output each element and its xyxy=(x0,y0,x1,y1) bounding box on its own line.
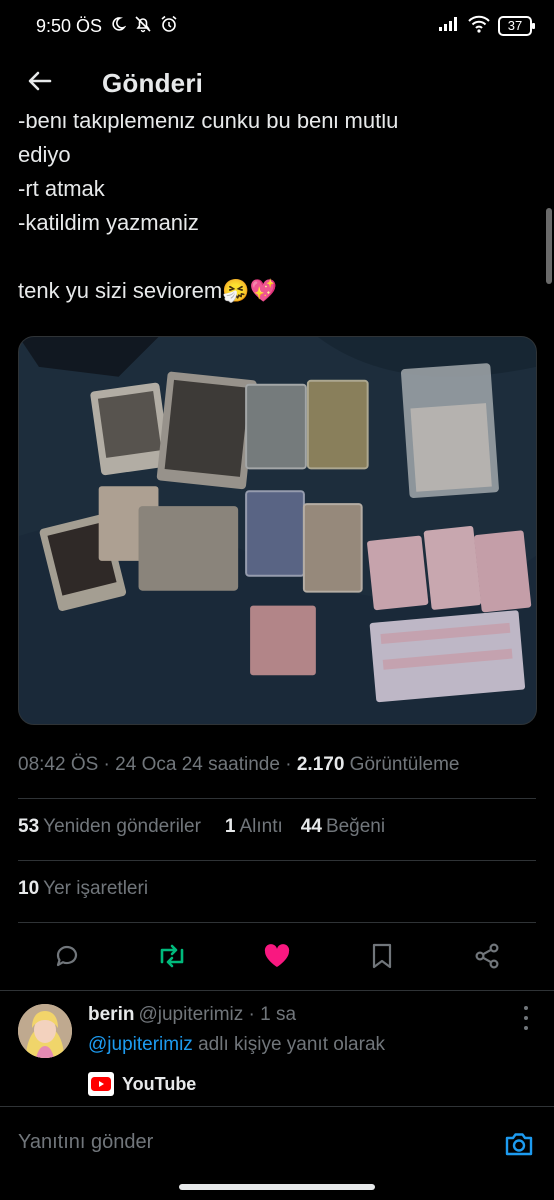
photocards-image xyxy=(19,337,536,724)
status-time: 9:50 ÖS xyxy=(36,15,103,36)
tweet-line xyxy=(18,240,518,274)
reposts-stat[interactable]: 53 Yeniden gönderiler xyxy=(18,816,201,838)
youtube-label: YouTube xyxy=(122,1073,197,1094)
tweet-text: -beni takiplemeniz cunku bu beni mutlu e… xyxy=(18,104,518,308)
reply-input[interactable]: Yanıtını gönder xyxy=(18,1131,153,1154)
status-bar: 9:50 ÖS 37 xyxy=(0,0,554,52)
more-options-button[interactable] xyxy=(518,1006,534,1030)
muted-bell-icon xyxy=(134,15,152,38)
likes-stat[interactable]: 44 Beğeni xyxy=(301,816,385,838)
heart-icon xyxy=(262,942,292,975)
tweet-line: tenk yu sizi seviorem🤧💖 xyxy=(18,278,277,303)
reply-author-handle[interactable]: @jupiterimiz xyxy=(138,1004,243,1025)
bookmarks-label: Yer işaretleri xyxy=(43,878,149,899)
quotes-stat[interactable]: 1 Alıntı xyxy=(225,816,283,838)
reply-icon xyxy=(53,942,81,975)
retweet-icon xyxy=(156,942,188,975)
like-button[interactable] xyxy=(249,932,305,984)
replying-to: @jupiterimiz adlı kişiye yanıt olarak xyxy=(88,1034,385,1056)
tweet-timestamp: 08:42 ÖS · 24 Oca 24 saatinde · xyxy=(18,754,297,775)
camera-icon[interactable] xyxy=(502,1127,536,1161)
signal-icon xyxy=(438,16,460,37)
wifi-icon xyxy=(468,15,490,38)
bookmarks-stat[interactable]: 10 Yer işaretleri xyxy=(18,878,148,900)
reply-to-suffix: adlı kişiye yanıt olarak xyxy=(192,1034,386,1055)
reply-composer: Yanıtını gönder xyxy=(0,1106,554,1180)
scrollbar[interactable] xyxy=(546,208,552,284)
tweet-line: ediyo xyxy=(18,142,71,167)
more-dot xyxy=(524,1016,528,1020)
tweet-line: -rt atmak xyxy=(18,176,105,201)
more-dot xyxy=(524,1026,528,1030)
bookmark-icon xyxy=(370,942,394,975)
quotes-count: 1 xyxy=(224,816,236,837)
action-bar xyxy=(0,932,554,984)
reply-author-name[interactable]: berin xyxy=(88,1004,134,1025)
divider xyxy=(18,798,536,799)
tweet-line: -katildim yazmaniz xyxy=(18,210,199,235)
views-count: 2.170 xyxy=(296,754,345,775)
bookmarks-count: 10 xyxy=(18,878,40,899)
share-button[interactable] xyxy=(459,932,515,984)
likes-label: Beğeni xyxy=(325,816,386,837)
stats-row: 53 Yeniden gönderiler 1 Alıntı 44 Beğeni xyxy=(18,816,385,838)
more-dot xyxy=(524,1006,528,1010)
youtube-icon xyxy=(88,1072,114,1096)
divider xyxy=(18,922,536,923)
avatar[interactable] xyxy=(18,1004,72,1058)
tweet-photo[interactable] xyxy=(18,336,537,725)
reply-mention-link[interactable]: @jupiterimiz xyxy=(88,1034,193,1055)
reposts-count: 53 xyxy=(18,816,40,837)
reply-header: berin @jupiterimiz · 1 sa xyxy=(88,1004,296,1026)
alarm-icon xyxy=(160,15,178,38)
reply-time: · 1 sa xyxy=(243,1004,297,1025)
quotes-label: Alıntı xyxy=(239,816,283,837)
page-title: Gönderi xyxy=(102,67,204,98)
arrow-left-icon xyxy=(26,67,54,100)
moon-icon xyxy=(110,16,127,37)
divider xyxy=(0,990,554,991)
retweet-button[interactable] xyxy=(144,932,200,984)
page-header: Gönderi xyxy=(0,52,554,114)
reposts-label: Yeniden gönderiler xyxy=(43,816,201,837)
reply-button[interactable] xyxy=(39,932,95,984)
home-indicator[interactable] xyxy=(179,1184,375,1190)
status-right: 37 xyxy=(438,15,535,38)
battery-indicator: 37 xyxy=(498,16,535,36)
bookmark-button[interactable] xyxy=(354,932,410,984)
views-label: Görüntüleme xyxy=(344,754,460,775)
divider xyxy=(18,860,536,861)
back-button[interactable] xyxy=(0,52,80,114)
likes-count: 44 xyxy=(300,816,322,837)
status-left: 9:50 ÖS xyxy=(36,15,178,38)
youtube-source[interactable]: YouTube xyxy=(88,1072,196,1096)
reply-item[interactable]: berin @jupiterimiz · 1 sa @jupiterimiz ad… xyxy=(0,996,554,1106)
tweet-meta: 08:42 ÖS · 24 Oca 24 saatinde · 2.170 Gö… xyxy=(18,754,460,776)
share-icon xyxy=(473,942,501,975)
